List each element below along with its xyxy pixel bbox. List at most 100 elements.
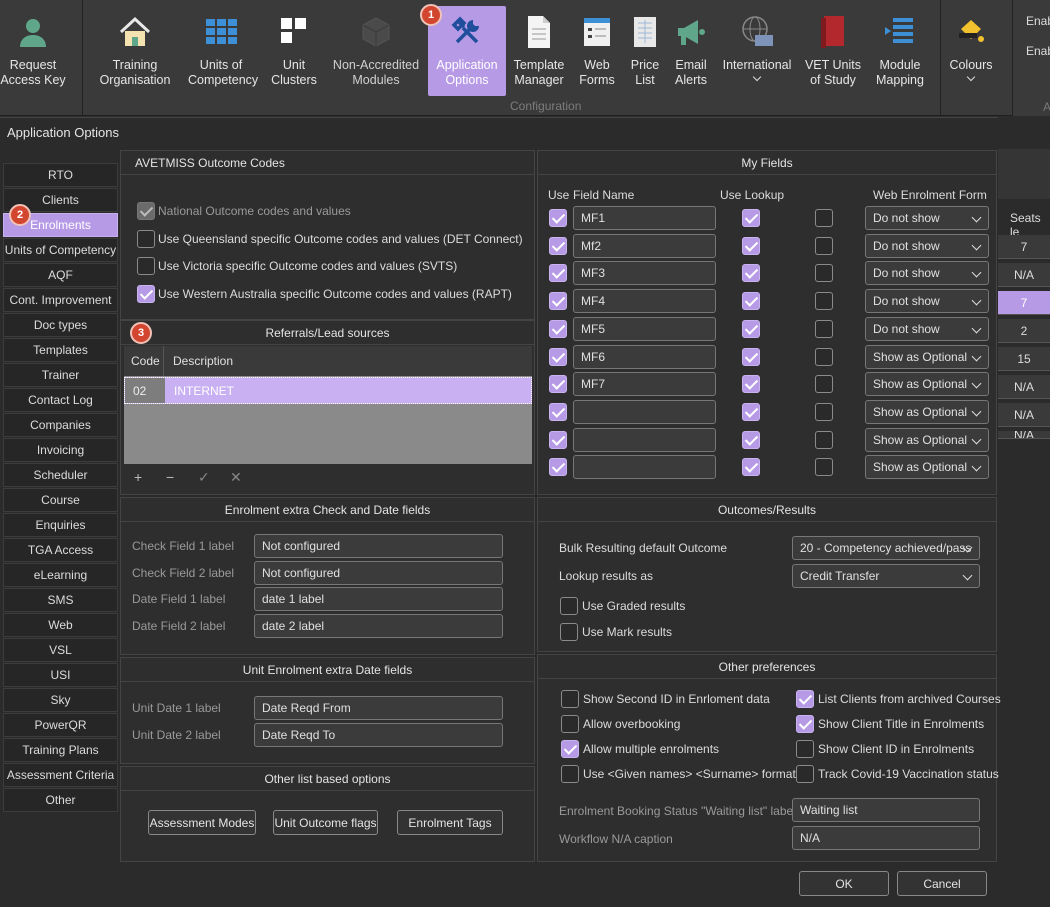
waiting-list-input[interactable]: Waiting list xyxy=(792,798,980,822)
lookup-option-checkbox[interactable] xyxy=(815,209,833,227)
unit-outcome-flags-button[interactable]: Unit Outcome flags xyxy=(273,810,378,835)
field-label-input[interactable]: date 1 label xyxy=(254,587,503,611)
use-checkbox[interactable] xyxy=(549,209,567,227)
tab-sms[interactable]: SMS xyxy=(3,588,118,612)
use-checkbox[interactable] xyxy=(549,236,567,255)
use-checkbox[interactable] xyxy=(549,430,567,449)
use-lookup-checkbox[interactable] xyxy=(742,292,760,311)
ribbon-button-mapping[interactable]: Module Mapping xyxy=(872,6,928,96)
use-lookup-checkbox[interactable] xyxy=(742,236,760,255)
web-enrolment-select[interactable]: Show as Optional xyxy=(865,455,989,480)
use-checkbox[interactable] xyxy=(549,264,567,283)
web-enrolment-select[interactable]: Show as Optional xyxy=(865,372,989,397)
tab-trainer[interactable]: Trainer xyxy=(3,363,118,387)
lookup-option-checkbox[interactable] xyxy=(815,430,833,449)
field-name-input[interactable]: MF5 xyxy=(573,316,716,341)
outcome-code-checkbox[interactable] xyxy=(137,284,155,303)
use-checkbox[interactable] xyxy=(549,375,567,394)
remove-icon[interactable]: − xyxy=(166,469,174,485)
tab-vsl[interactable]: VSL xyxy=(3,638,118,662)
col-code[interactable]: Code xyxy=(131,354,160,368)
tab-training-plans[interactable]: Training Plans xyxy=(3,738,118,762)
table-row[interactable]: 02 INTERNET xyxy=(124,377,532,404)
lookup-option-checkbox[interactable] xyxy=(815,458,833,477)
web-enrolment-select[interactable]: Do not show xyxy=(865,206,989,230)
outcome-code-checkbox[interactable] xyxy=(137,229,155,248)
assessment-modes-button[interactable]: Assessment Modes xyxy=(148,810,256,835)
enrolment-tags-button[interactable]: Enrolment Tags xyxy=(397,810,503,835)
lookup-option-checkbox[interactable] xyxy=(815,236,833,255)
preference-checkbox[interactable] xyxy=(796,740,814,758)
ribbon-button-form[interactable]: Web Forms xyxy=(576,6,618,96)
field-name-input[interactable] xyxy=(573,455,716,480)
ribbon-button-price-list[interactable]: Price List xyxy=(624,6,666,96)
tab-scheduler[interactable]: Scheduler xyxy=(3,463,118,487)
preference-checkbox[interactable] xyxy=(796,690,814,708)
tab-enquiries[interactable]: Enquiries xyxy=(3,513,118,537)
field-name-input[interactable] xyxy=(573,427,716,452)
use-lookup-checkbox[interactable] xyxy=(742,209,760,227)
use-lookup-checkbox[interactable] xyxy=(742,375,760,394)
tab-invoicing[interactable]: Invoicing xyxy=(3,438,118,462)
web-enrolment-select[interactable]: Do not show xyxy=(865,233,989,258)
use-checkbox[interactable] xyxy=(549,458,567,477)
preference-checkbox[interactable] xyxy=(796,715,814,733)
field-name-input[interactable]: MF1 xyxy=(573,206,716,230)
field-label-input[interactable]: Date Reqd From xyxy=(254,696,503,720)
preference-checkbox[interactable] xyxy=(561,740,579,758)
cancel-edit-icon[interactable]: ✕ xyxy=(230,469,242,486)
lookup-option-checkbox[interactable] xyxy=(815,292,833,311)
bulk-outcome-select[interactable]: 20 - Competency achieved/pass xyxy=(792,536,980,560)
ribbon-button-book[interactable]: VET Units of Study xyxy=(800,6,866,96)
enable-label-2[interactable]: Enab xyxy=(1026,44,1050,58)
tab-elearning[interactable]: eLearning xyxy=(3,563,118,587)
confirm-icon[interactable]: ✓ xyxy=(198,469,210,486)
field-name-input[interactable]: MF4 xyxy=(573,289,716,314)
use-checkbox[interactable] xyxy=(549,319,567,338)
field-name-input[interactable]: Mf2 xyxy=(573,233,716,258)
outcome-code-checkbox[interactable] xyxy=(137,257,155,275)
ribbon-button-cube[interactable]: Non-Accredited Modules xyxy=(330,6,422,96)
field-label-input[interactable]: Not configured xyxy=(254,534,503,558)
use-checkbox[interactable] xyxy=(549,402,567,421)
web-enrolment-select[interactable]: Do not show xyxy=(865,316,989,341)
tab-cont-improvement[interactable]: Cont. Improvement xyxy=(3,288,118,312)
tab-tga-access[interactable]: TGA Access xyxy=(3,538,118,562)
ribbon-button-document[interactable]: Template Manager xyxy=(510,6,568,96)
tab-units-of-competency[interactable]: Units of Competency xyxy=(3,238,118,262)
tab-other[interactable]: Other xyxy=(3,788,118,812)
tab-aqf[interactable]: AQF xyxy=(3,263,118,287)
web-enrolment-select[interactable]: Do not show xyxy=(865,261,989,286)
web-enrolment-select[interactable]: Show as Optional xyxy=(865,427,989,452)
enable-label-1[interactable]: Enab xyxy=(1026,14,1050,28)
use-lookup-checkbox[interactable] xyxy=(742,319,760,338)
ok-button[interactable]: OK xyxy=(799,871,889,896)
tab-sky[interactable]: Sky xyxy=(3,688,118,712)
preference-checkbox[interactable] xyxy=(561,715,579,733)
preference-checkbox[interactable] xyxy=(561,765,579,783)
ribbon-button-grid[interactable]: Units of Competency xyxy=(188,6,258,96)
use-lookup-checkbox[interactable] xyxy=(742,347,760,366)
use-lookup-checkbox[interactable] xyxy=(742,458,760,477)
ribbon-button-house[interactable]: Training Organisation xyxy=(96,6,174,96)
ribbon-button-paint[interactable]: Colours xyxy=(946,6,996,96)
tab-rto[interactable]: RTO xyxy=(3,163,118,187)
use-checkbox[interactable] xyxy=(549,292,567,311)
field-label-input[interactable]: Not configured xyxy=(254,560,503,585)
field-name-input[interactable]: MF7 xyxy=(573,372,716,397)
cancel-button[interactable]: Cancel xyxy=(897,871,987,896)
field-label-input[interactable]: Date Reqd To xyxy=(254,723,503,747)
tab-course[interactable]: Course xyxy=(3,488,118,512)
col-description[interactable]: Description xyxy=(173,354,233,368)
use-mark-results-checkbox[interactable] xyxy=(560,623,578,641)
lookup-option-checkbox[interactable] xyxy=(815,319,833,338)
workflow-na-input[interactable]: N/A xyxy=(792,826,980,850)
preference-checkbox[interactable] xyxy=(796,765,814,783)
tab-assessment-criteria[interactable]: Assessment Criteria xyxy=(3,763,118,787)
tab-powerqr[interactable]: PowerQR xyxy=(3,713,118,737)
tab-companies[interactable]: Companies xyxy=(3,413,118,437)
ribbon-button-clusters[interactable]: Unit Clusters xyxy=(264,6,324,96)
use-graded-results-checkbox[interactable] xyxy=(560,597,578,615)
use-lookup-checkbox[interactable] xyxy=(742,402,760,421)
preference-checkbox[interactable] xyxy=(561,690,579,708)
